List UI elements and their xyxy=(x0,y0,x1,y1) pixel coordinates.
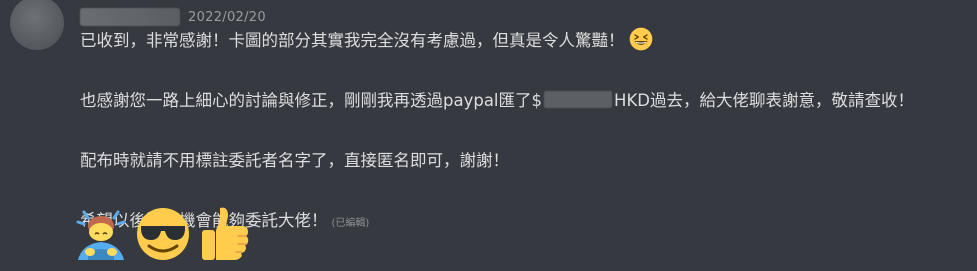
username-redacted[interactable] xyxy=(80,8,180,26)
message-line-3-text: 配布時就請不用標註委託者名字了，直接匿名即可，謝謝！ xyxy=(80,151,509,170)
smiling-face-with-sunglasses-icon xyxy=(137,208,189,260)
avatar[interactable] xyxy=(10,0,64,50)
thumbs-up-icon xyxy=(202,207,249,260)
timestamp: 2022/02/20 xyxy=(188,9,266,25)
emoji-row xyxy=(74,204,252,262)
message-line-1: 已收到，非常感謝！卡圖的部分其實我完全沒有考慮過，但真是令人驚豔！ xyxy=(80,26,970,56)
message-line-2-text-a: 也感謝您一路上細心的討論與修正，剛剛我再透過paypal匯了$ xyxy=(80,91,543,110)
person-bowing-icon xyxy=(76,210,126,260)
message-header: 2022/02/20 xyxy=(80,6,266,28)
grinning-squinting-face-icon xyxy=(629,27,652,51)
message-line-2: 也感謝您一路上細心的討論與修正，剛剛我再透過paypal匯了$ HKD過去，給大佬… xyxy=(80,86,970,116)
redacted-amount xyxy=(544,91,613,108)
edited-label[interactable]: (已編輯) xyxy=(332,218,370,229)
chat-message: 2022/02/20 已收到，非常感謝！卡圖的部分其實我完全沒有考慮過，但真是令… xyxy=(0,0,977,271)
message-line-2-text-b: HKD過去，給大佬聊表謝意，敬請查收！ xyxy=(614,91,914,110)
message-line-1-text: 已收到，非常感謝！卡圖的部分其實我完全沒有考慮過，但真是令人驚豔！ xyxy=(80,31,625,50)
message-line-3: 配布時就請不用標註委託者名字了，直接匿名即可，謝謝！ xyxy=(80,146,970,176)
